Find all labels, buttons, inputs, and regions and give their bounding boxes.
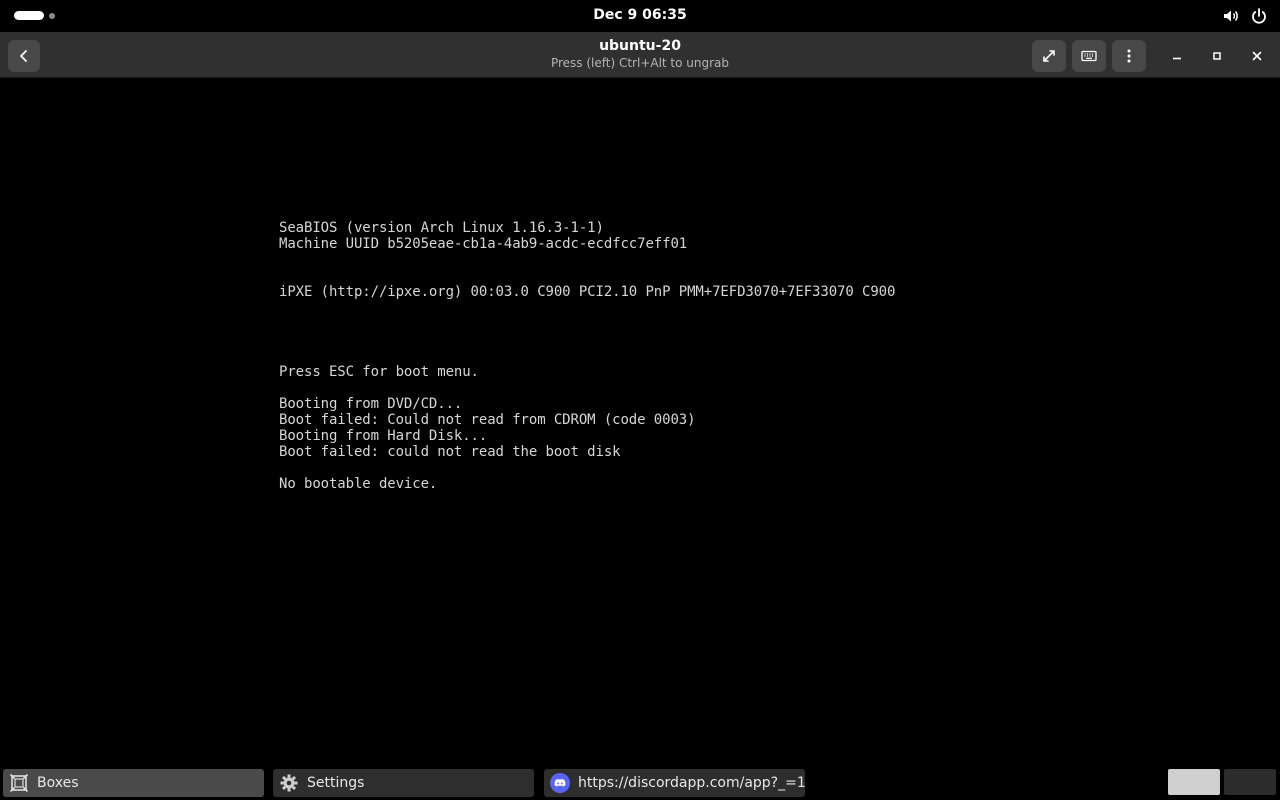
maximize-icon (1213, 52, 1221, 60)
taskbar-item-boxes[interactable]: Boxes (3, 769, 264, 797)
keyboard-icon (1081, 50, 1097, 62)
fullscreen-button[interactable] (1032, 40, 1066, 72)
gear-icon (280, 774, 298, 792)
window-title: ubuntu-20 (599, 38, 681, 54)
workspace-1-thumbnail[interactable] (1168, 769, 1220, 795)
bottom-taskbar: Boxes Settings https://discordapp.com/ap… (0, 767, 1280, 800)
boot-hdd-line: Booting from Hard Disk... (279, 428, 488, 444)
taskbar-item-label: https://discordapp.com/app?_=17... (578, 775, 805, 791)
window-title-area: ubuntu-20 Press (left) Ctrl+Alt to ungra… (440, 37, 840, 71)
power-icon[interactable] (1250, 7, 1268, 29)
workspace-2-thumbnail[interactable] (1224, 769, 1276, 795)
discord-icon (550, 773, 570, 793)
machine-uuid-line: Machine UUID b5205eae-cb1a-4ab9-acdc-ecd… (279, 236, 688, 252)
kebab-menu-icon (1127, 49, 1131, 63)
fullscreen-icon (1043, 50, 1055, 62)
taskbar-item-settings[interactable]: Settings (273, 769, 534, 797)
boot-dvd-line: Booting from DVD/CD... (279, 396, 463, 412)
maximize-button[interactable] (1202, 40, 1232, 72)
window-subtitle: Press (left) Ctrl+Alt to ungrab (550, 56, 730, 70)
top-bar: Dec 9 06:35 (0, 0, 1280, 32)
back-button[interactable] (8, 40, 40, 72)
volume-icon[interactable] (1222, 7, 1240, 29)
clock[interactable]: Dec 9 06:35 (0, 7, 1280, 23)
vm-console-display[interactable]: SeaBIOS (version Arch Linux 1.16.3-1-1) … (0, 78, 1280, 767)
main-menu-button[interactable] (1112, 40, 1146, 72)
send-keys-button[interactable] (1072, 40, 1106, 72)
no-bootable-device-line: No bootable device. (279, 476, 438, 492)
close-button[interactable] (1242, 40, 1272, 72)
boot-menu-prompt: Press ESC for boot menu. (279, 364, 479, 380)
boot-dvd-failed-line: Boot failed: Could not read from CDROM (… (279, 412, 696, 428)
boxes-icon (9, 773, 29, 793)
system-tray[interactable] (1222, 7, 1268, 29)
minimize-button[interactable] (1162, 40, 1192, 72)
bios-version-line: SeaBIOS (version Arch Linux 1.16.3-1-1) (279, 220, 604, 236)
taskbar-item-label: Boxes (37, 775, 79, 791)
back-arrow-icon (20, 50, 27, 62)
ipxe-line: iPXE (http://ipxe.org) 00:03.0 C900 PCI2… (279, 284, 896, 300)
boot-hdd-failed-line: Boot failed: could not read the boot dis… (279, 444, 621, 460)
close-icon (1252, 51, 1262, 61)
taskbar-item-label: Settings (307, 775, 365, 791)
minimize-icon (1173, 57, 1181, 60)
taskbar-item-discord-browser[interactable]: https://discordapp.com/app?_=17... (544, 769, 805, 797)
